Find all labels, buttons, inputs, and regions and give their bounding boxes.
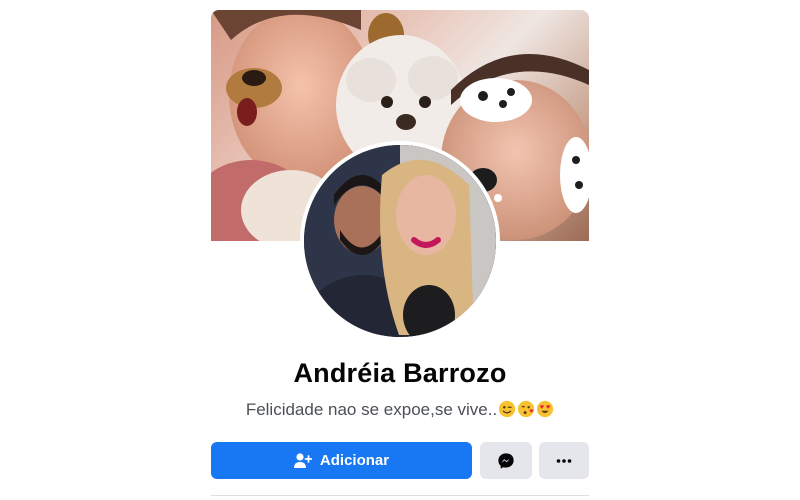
messenger-icon — [498, 452, 514, 469]
message-button[interactable] — [480, 442, 532, 479]
add-friend-icon — [293, 452, 312, 468]
add-friend-button[interactable]: Adicionar — [211, 442, 472, 479]
add-friend-label: Adicionar — [319, 452, 390, 469]
profile-bio: Felicidade nao se expoe,se vive.. — [0, 400, 800, 420]
more-options-button[interactable] — [539, 442, 589, 479]
profile-name: Andréia Barrozo — [293, 358, 507, 388]
face-blowing-kiss-icon — [518, 400, 535, 418]
more-dots-icon — [556, 458, 572, 463]
profile-bio-text: Felicidade nao se expoe,se vive.. — [245, 400, 498, 419]
section-divider — [211, 495, 589, 496]
profile-picture[interactable] — [304, 145, 496, 337]
heart-eyes-face-icon — [537, 400, 554, 418]
winking-face-icon — [499, 400, 516, 418]
